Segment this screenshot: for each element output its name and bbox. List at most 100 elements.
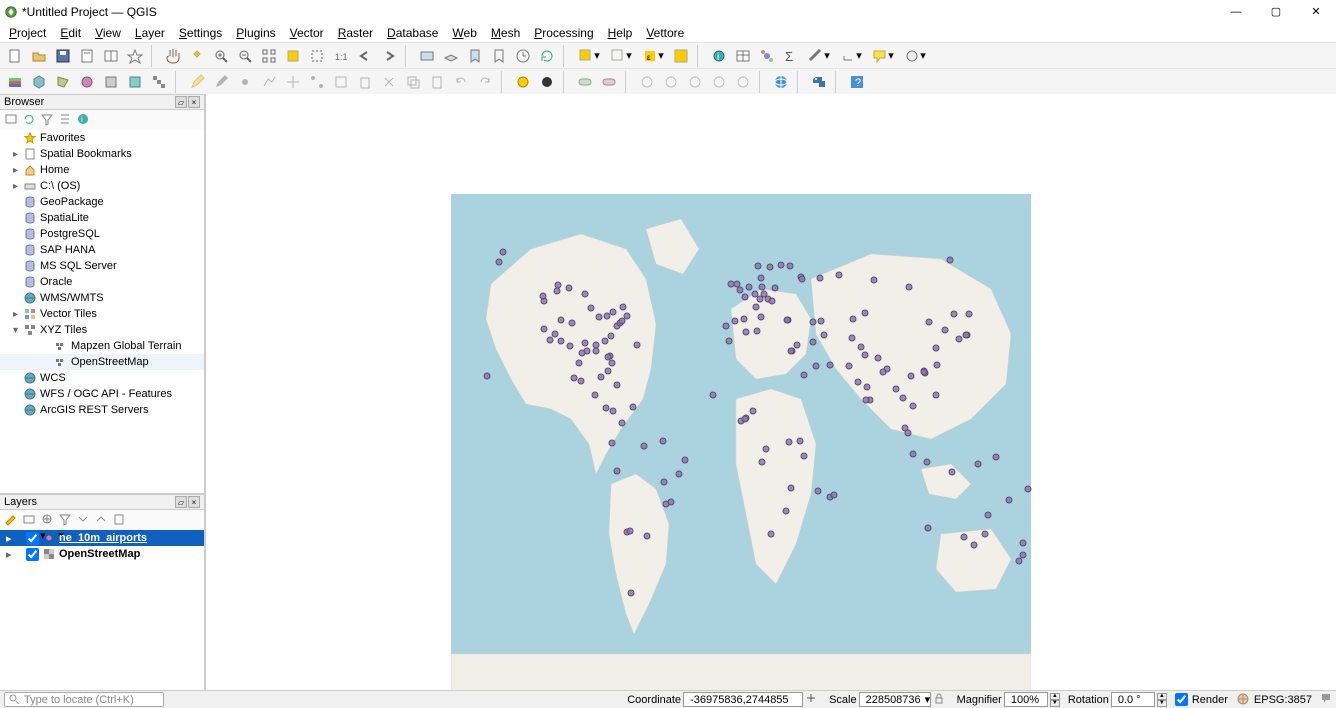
new-mesh-layer-button[interactable] (148, 71, 170, 93)
menu-database[interactable]: Database (380, 24, 445, 42)
new-project-button[interactable] (4, 45, 26, 67)
plugin-btn-7[interactable] (684, 71, 706, 93)
layer-visibility-checkbox[interactable] (26, 532, 39, 545)
delete-selected-button[interactable] (354, 71, 376, 93)
new-map-view-button[interactable] (416, 45, 438, 67)
filter-browser-icon[interactable] (40, 112, 56, 128)
field-calculator-button[interactable] (756, 45, 778, 67)
menu-vettore[interactable]: Vettore (639, 24, 691, 42)
panel-undock-icon[interactable]: ▱ (175, 496, 187, 508)
menu-processing[interactable]: Processing (527, 24, 600, 42)
zoom-to-selection-button[interactable] (282, 45, 304, 67)
properties-icon[interactable]: i (76, 112, 92, 128)
magnifier-spinner[interactable]: ▲▼ (1050, 693, 1060, 707)
messages-icon[interactable] (1320, 692, 1336, 707)
menu-mesh[interactable]: Mesh (484, 24, 527, 42)
annotation-button[interactable]: ▾ (868, 45, 898, 67)
layer-styling-icon[interactable] (4, 512, 20, 528)
browser-item-spatialite[interactable]: SpatiaLite (0, 210, 204, 226)
save-project-button[interactable] (52, 45, 74, 67)
select-by-expression-button[interactable] (670, 45, 692, 67)
zoom-to-layer-button[interactable] (306, 45, 328, 67)
zoom-last-button[interactable] (354, 45, 376, 67)
browser-item-mapzen-global-terrain[interactable]: Mapzen Global Terrain (0, 338, 204, 354)
menu-vector[interactable]: Vector (283, 24, 331, 42)
plugin-btn-4[interactable] (598, 71, 620, 93)
open-data-source-button[interactable] (4, 71, 26, 93)
browser-item-c-os-[interactable]: ▸C:\ (OS) (0, 178, 204, 194)
menu-help[interactable]: Help (601, 24, 640, 42)
digitize-button[interactable] (258, 71, 280, 93)
manage-themes-icon[interactable]: ▾ (40, 512, 56, 528)
decorations-button[interactable]: ▾ (836, 45, 866, 67)
crs-label[interactable]: EPSG:3857 (1254, 694, 1312, 706)
modify-button[interactable] (330, 71, 352, 93)
zoom-full-button[interactable] (258, 45, 280, 67)
temporal-button[interactable] (512, 45, 534, 67)
identify-button[interactable]: i (708, 45, 730, 67)
browser-item-wms-wmts[interactable]: WMS/WMTS (0, 290, 204, 306)
expand-all-icon[interactable] (76, 512, 92, 528)
coord-toggle-icon[interactable] (805, 692, 821, 707)
help-button[interactable]: ? (846, 71, 868, 93)
new-shapefile-button[interactable] (52, 71, 74, 93)
select-by-value-button[interactable]: ε▾ (638, 45, 668, 67)
redo-button[interactable] (474, 71, 496, 93)
show-bookmarks-button[interactable] (488, 45, 510, 67)
browser-item-ms-sql-server[interactable]: MS SQL Server (0, 258, 204, 274)
browser-item-xyz-tiles[interactable]: ▾XYZ Tiles (0, 322, 204, 338)
plugin-btn-9[interactable] (732, 71, 754, 93)
panel-undock-icon[interactable]: ▱ (175, 96, 187, 108)
menu-layer[interactable]: Layer (128, 24, 172, 42)
add-selected-icon[interactable] (4, 112, 20, 128)
panel-close-icon[interactable]: × (188, 96, 200, 108)
cut-features-button[interactable] (378, 71, 400, 93)
metasearch-button[interactable] (770, 71, 792, 93)
menu-plugins[interactable]: Plugins (229, 24, 282, 42)
rotation-spinner[interactable]: ▲▼ (1157, 693, 1167, 707)
render-checkbox[interactable] (1175, 693, 1188, 706)
remove-layer-icon[interactable] (112, 512, 128, 528)
paste-features-button[interactable] (426, 71, 448, 93)
browser-item-home[interactable]: ▸Home (0, 162, 204, 178)
layer-visibility-checkbox[interactable] (26, 548, 39, 561)
layers-list[interactable]: ▸ne_10m_airports▸OpenStreetMap (0, 530, 204, 690)
select-features-button[interactable]: ▾ (574, 45, 604, 67)
add-feature-button[interactable] (234, 71, 256, 93)
pan-to-selection-button[interactable] (186, 45, 208, 67)
menu-raster[interactable]: Raster (331, 24, 380, 42)
open-project-button[interactable] (28, 45, 50, 67)
crs-icon[interactable] (1236, 692, 1254, 707)
browser-item-oracle[interactable]: Oracle (0, 274, 204, 290)
browser-item-wfs-ogc-api-features[interactable]: WFS / OGC API - Features (0, 386, 204, 402)
statistical-summary-button[interactable]: Σ (780, 45, 802, 67)
plugin-btn-3[interactable] (574, 71, 596, 93)
refresh-button[interactable] (536, 45, 558, 67)
new-spatialite-button[interactable] (76, 71, 98, 93)
maximize-button[interactable]: ▢ (1256, 0, 1296, 23)
browser-item-wcs[interactable]: WCS (0, 370, 204, 386)
browser-tree[interactable]: Favorites▸Spatial Bookmarks▸Home▸C:\ (OS… (0, 130, 204, 493)
new-memory-layer-button[interactable] (124, 71, 146, 93)
zoom-out-button[interactable] (234, 45, 256, 67)
browser-item-openstreetmap[interactable]: OpenStreetMap (0, 354, 204, 370)
copy-features-button[interactable] (402, 71, 424, 93)
python-console-button[interactable] (808, 71, 830, 93)
collapse-all-icon[interactable] (58, 112, 74, 128)
menu-settings[interactable]: Settings (172, 24, 229, 42)
vertex-tool-button[interactable] (306, 71, 328, 93)
map-canvas[interactable] (206, 94, 1336, 690)
locator-search[interactable]: Type to locate (Ctrl+K) (4, 692, 164, 707)
layer-item-ne-10m-airports[interactable]: ▸ne_10m_airports (0, 530, 204, 546)
pan-button[interactable] (162, 45, 184, 67)
new-geopackage-button[interactable] (28, 71, 50, 93)
minimize-button[interactable]: — (1216, 0, 1256, 23)
browser-item-arcgis-rest-servers[interactable]: ArcGIS REST Servers (0, 402, 204, 418)
measure-button[interactable]: ▾ (804, 45, 834, 67)
filter-legend-icon[interactable]: ▾ (58, 512, 74, 528)
attributes-table-button[interactable] (732, 45, 754, 67)
undo-button[interactable] (450, 71, 472, 93)
browser-item-vector-tiles[interactable]: ▸Vector Tiles (0, 306, 204, 322)
menu-view[interactable]: View (88, 24, 128, 42)
coordinate-value[interactable]: -36975836,2744855 (683, 692, 803, 707)
